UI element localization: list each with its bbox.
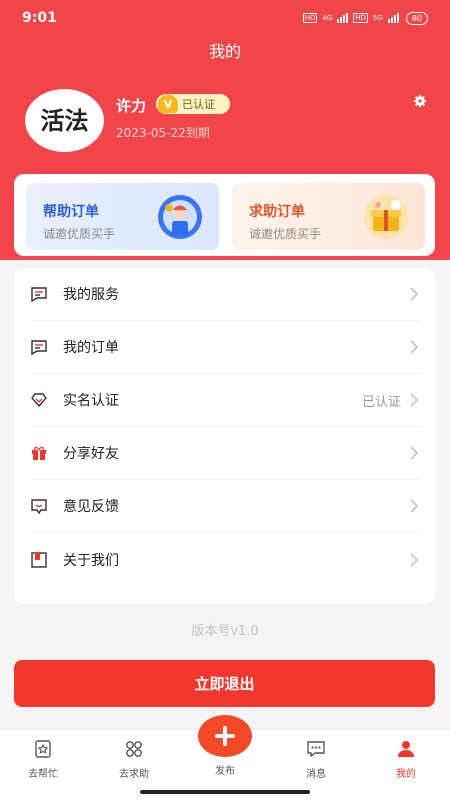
plus-icon bbox=[215, 726, 235, 746]
version-label: 版本号v1.0 bbox=[191, 624, 259, 639]
network-type: 4G bbox=[322, 13, 333, 22]
page-title: 我的 bbox=[208, 42, 241, 61]
tab-mine[interactable]: 我的 bbox=[366, 739, 446, 780]
tab-label: 去求助 bbox=[119, 769, 149, 780]
verified-label: 已认证 bbox=[182, 98, 215, 111]
person-icon bbox=[398, 741, 414, 757]
gear-icon[interactable] bbox=[412, 93, 428, 109]
help-star-icon bbox=[35, 740, 51, 758]
tab-seek-help[interactable]: 去求助 bbox=[94, 739, 174, 780]
gift-icon bbox=[32, 446, 46, 460]
status-time: 9:01 bbox=[22, 10, 57, 26]
publish-button[interactable] bbox=[198, 715, 252, 757]
chevron-right-icon bbox=[410, 340, 419, 354]
message-dots-icon bbox=[307, 741, 325, 758]
tab-help[interactable]: 去帮忙 bbox=[3, 739, 83, 780]
message-square-icon bbox=[31, 287, 47, 303]
network-type: 5G bbox=[372, 13, 383, 22]
logout-button[interactable]: 立即退出 bbox=[14, 660, 435, 707]
battery-icon: 80 bbox=[405, 11, 428, 25]
verified-badge: V 已认证 bbox=[156, 94, 230, 114]
menu-label: 分享好友 bbox=[63, 446, 119, 462]
chevron-right-icon bbox=[410, 552, 419, 567]
chevron-right-icon bbox=[410, 446, 419, 460]
menu-item-share-friends[interactable]: 分享好友 bbox=[30, 427, 419, 480]
menu-item-feedback[interactable]: 意见反馈 bbox=[30, 480, 419, 533]
order-list-icon bbox=[31, 340, 47, 356]
avatar[interactable]: 活法 bbox=[25, 89, 104, 152]
status-icons: HD 4G HD 5G 80 bbox=[302, 11, 428, 25]
seek-orders-tile[interactable]: 求助订单 诚邀优质买手 bbox=[232, 183, 425, 250]
grid-circles-icon bbox=[126, 741, 142, 757]
menu-list: 我的服务 我的订单 实名认证 已认证 分享好友 意见反馈 关于我们 bbox=[14, 268, 435, 604]
home-indicator bbox=[140, 790, 310, 794]
menu-label: 我的订单 bbox=[63, 340, 119, 356]
shield-icon: V bbox=[158, 95, 178, 113]
tab-label: 消息 bbox=[306, 769, 326, 780]
menu-item-my-services[interactable]: 我的服务 bbox=[30, 268, 419, 321]
chat-bubble-icon bbox=[31, 499, 47, 515]
hd-icon: HD bbox=[302, 13, 318, 23]
menu-item-my-orders[interactable]: 我的订单 bbox=[30, 321, 419, 374]
menu-item-real-name-auth[interactable]: 实名认证 已认证 bbox=[30, 374, 419, 427]
menu-label: 关于我们 bbox=[63, 552, 119, 569]
menu-label: 我的服务 bbox=[63, 287, 119, 303]
order-card: 帮助订单 诚邀优质买手 求助订单 诚邀优质买手 bbox=[14, 174, 435, 256]
hd-icon: HD bbox=[353, 13, 368, 23]
tab-label: 去帮忙 bbox=[28, 769, 58, 780]
helper-person-icon bbox=[158, 195, 202, 239]
help-orders-tile[interactable]: 帮助订单 诚邀优质买手 bbox=[26, 183, 219, 250]
tab-label: 我的 bbox=[396, 769, 416, 780]
gift-box-icon bbox=[364, 195, 408, 239]
publish-label: 发布 bbox=[215, 766, 235, 777]
tab-messages[interactable]: 消息 bbox=[276, 739, 356, 780]
menu-label: 实名认证 bbox=[63, 393, 119, 409]
auth-status: 已认证 bbox=[361, 394, 401, 410]
user-name: 许力 bbox=[116, 97, 147, 115]
book-icon bbox=[31, 551, 47, 568]
chevron-right-icon bbox=[410, 499, 419, 513]
diamond-icon bbox=[31, 393, 47, 408]
signal-icon bbox=[337, 13, 349, 23]
expire-date: 2023-05-22到期 bbox=[116, 126, 210, 140]
chevron-right-icon bbox=[410, 393, 419, 407]
menu-item-about-us[interactable]: 关于我们 bbox=[30, 533, 419, 586]
menu-label: 意见反馈 bbox=[63, 499, 119, 515]
chevron-right-icon bbox=[410, 287, 419, 301]
signal-icon bbox=[387, 13, 399, 23]
status-bar: 9:01 HD 4G HD 5G 80 bbox=[0, 0, 450, 36]
